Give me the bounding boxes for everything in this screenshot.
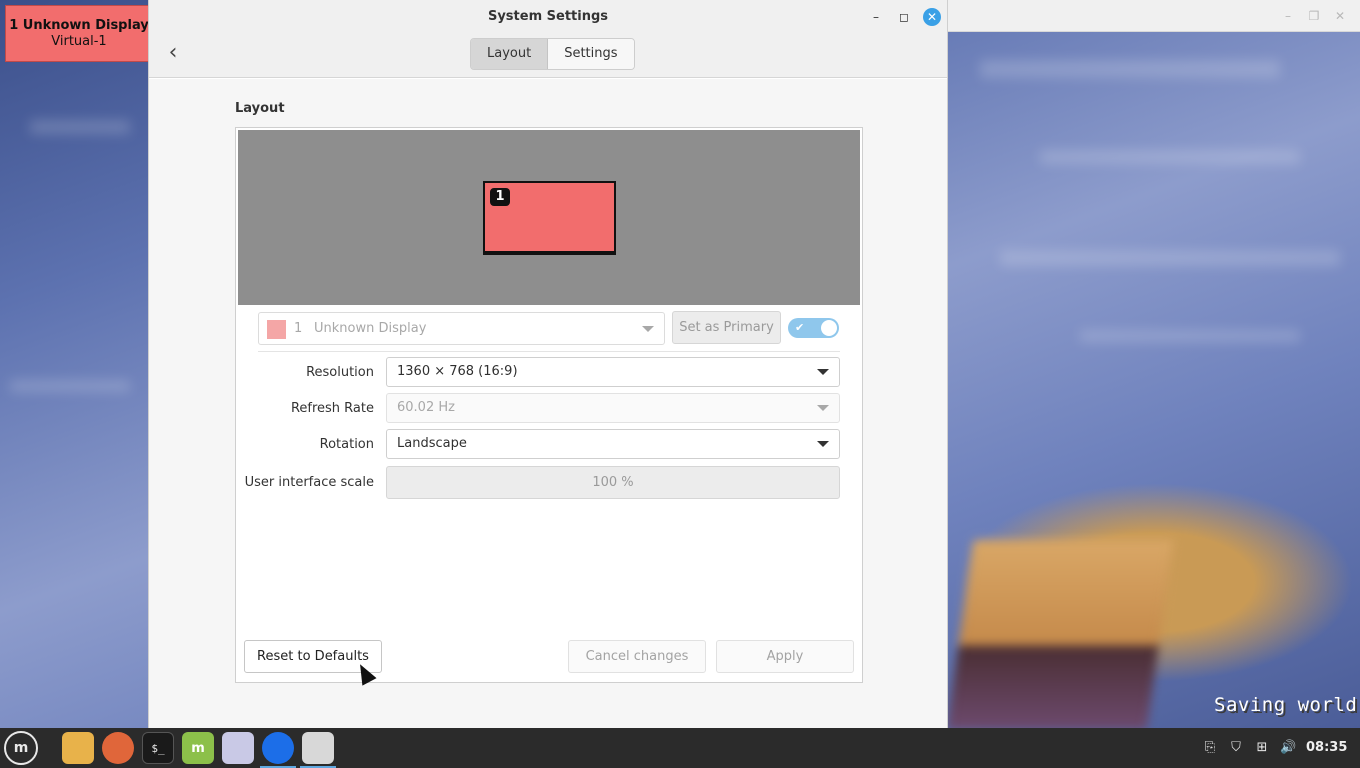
monitor-1-tile[interactable]: 1	[483, 181, 616, 255]
terminal-icon[interactable]: $_	[142, 732, 174, 764]
monitor-arrangement-canvas[interactable]: 1	[238, 130, 860, 305]
chevron-down-icon	[642, 326, 654, 332]
settings-icon[interactable]	[300, 732, 336, 768]
section-heading: Layout	[235, 101, 285, 116]
refresh-rate-value: 60.02 Hz	[397, 400, 455, 415]
monitor-selector-name: Unknown Display	[314, 321, 427, 336]
mint-menu-button[interactable]: m	[4, 731, 38, 765]
monitor-selector[interactable]: 1 Unknown Display	[258, 312, 665, 345]
maximize-icon: ◻	[899, 10, 909, 24]
monitor-number-badge: 1	[490, 188, 510, 206]
close-icon[interactable]: ✕	[1332, 8, 1348, 24]
folder-icon[interactable]	[62, 732, 94, 764]
taskbar: m $_ m ⎘ ⛉ ⊞ 🔊 08:35	[0, 728, 1360, 768]
system-settings-window: System Settings ‹ – ◻ ✕ Layout Settings …	[148, 0, 948, 728]
resolution-dropdown[interactable]: 1360 × 768 (16:9)	[386, 357, 840, 387]
display-identify-badge: 1 Unknown Display Virtual-1	[5, 5, 153, 62]
toggle-knob	[821, 320, 837, 336]
mintinstall-icon[interactable]: m	[182, 732, 214, 764]
chevron-down-icon	[817, 369, 829, 375]
game-block	[946, 540, 1174, 728]
ui-scale-label: User interface scale	[244, 475, 374, 490]
rotation-value: Landscape	[397, 436, 467, 451]
rotation-dropdown[interactable]: Landscape	[386, 429, 840, 459]
firefox-icon[interactable]	[102, 732, 134, 764]
back-button[interactable]: ‹	[163, 42, 183, 66]
mint-menu-icon: m	[13, 740, 29, 756]
window-titlebar[interactable]: System Settings ‹ – ◻ ✕ Layout Settings	[149, 0, 947, 78]
maximize-icon[interactable]: ❐	[1306, 8, 1322, 24]
monitor-color-swatch	[267, 320, 286, 339]
badge-display-name: 1 Unknown Display	[9, 18, 149, 33]
content-area: Layout 1 1 Unknown Display Set as Primar…	[149, 79, 947, 728]
volume-icon[interactable]: 🔊	[1280, 740, 1296, 756]
network-icon[interactable]: ⊞	[1254, 740, 1270, 756]
apply-button[interactable]: Apply	[716, 640, 854, 673]
window-title: System Settings	[487, 9, 609, 24]
refresh-rate-label: Refresh Rate	[290, 401, 374, 416]
minimize-icon[interactable]: –	[1280, 8, 1296, 24]
chevron-left-icon: ‹	[168, 40, 178, 65]
minimize-button[interactable]: –	[867, 8, 885, 26]
ui-scale-field[interactable]: 100 %	[386, 466, 840, 499]
resolution-label: Resolution	[306, 365, 374, 380]
tab-bar: Layout Settings	[470, 38, 635, 70]
divider	[258, 351, 840, 352]
refresh-rate-dropdown[interactable]: 60.02 Hz	[386, 393, 840, 423]
background-window-titlebar: – ❐ ✕	[948, 0, 1360, 32]
shield-icon[interactable]: ⛉	[1228, 740, 1244, 756]
game-status-text: Saving world	[1214, 694, 1358, 716]
close-button[interactable]: ✕	[923, 8, 941, 26]
clipboard-icon[interactable]: ⎘	[1202, 740, 1218, 756]
check-icon: ✔	[795, 321, 805, 334]
set-as-primary-button[interactable]: Set as Primary	[672, 311, 781, 344]
resolution-value: 1360 × 768 (16:9)	[397, 364, 518, 379]
layout-frame: 1 1 Unknown Display Set as Primary ✔ Res…	[235, 127, 863, 683]
display-enabled-toggle[interactable]: ✔	[788, 318, 839, 338]
tab-settings[interactable]: Settings	[548, 39, 634, 69]
tab-layout[interactable]: Layout	[471, 39, 549, 69]
rotation-label: Rotation	[319, 437, 374, 452]
minimize-icon: –	[873, 10, 879, 24]
monitor-selector-number: 1	[294, 321, 303, 336]
blue-app-icon[interactable]	[260, 732, 296, 768]
chevron-down-icon	[817, 405, 829, 411]
chevron-down-icon	[817, 441, 829, 447]
maximize-button[interactable]: ◻	[895, 8, 913, 26]
cancel-changes-button[interactable]: Cancel changes	[568, 640, 706, 673]
badge-connector-name: Virtual-1	[51, 34, 107, 49]
clock[interactable]: 08:35	[1306, 740, 1347, 755]
text-editor-icon[interactable]	[222, 732, 254, 764]
close-icon: ✕	[926, 10, 938, 24]
